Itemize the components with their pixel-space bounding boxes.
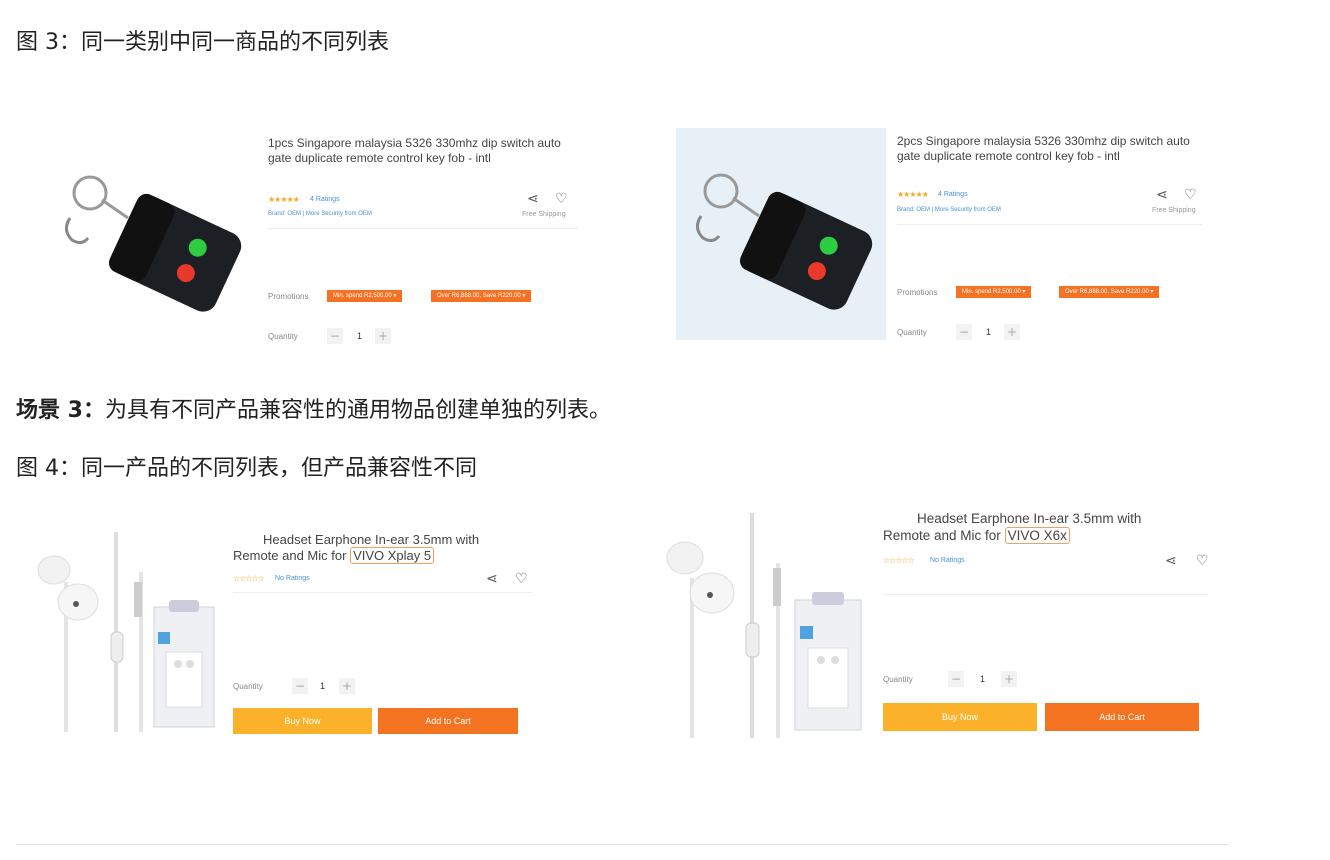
rating-stars: ★★★★★ — [268, 195, 300, 204]
buy-now-button[interactable]: Buy Now — [883, 703, 1037, 731]
heart-icon[interactable]: ♡ — [515, 572, 528, 586]
title-line-1: Headset Earphone In-ear 3.5mm with — [917, 511, 1142, 526]
brand-line[interactable]: Brand: OEM | More Security from OEM — [268, 211, 372, 217]
promo-badge-1[interactable]: Min. spend R2,500.00 ▾ — [327, 290, 403, 302]
divider — [268, 228, 578, 229]
quantity-label: Quantity — [883, 675, 913, 684]
compatibility-highlight: VIVO Xplay 5 — [350, 547, 435, 565]
quantity-label: Quantity — [268, 332, 298, 341]
ratings-link[interactable]: 4 Ratings — [310, 196, 340, 203]
quantity-label: Quantity — [897, 328, 927, 337]
brand-line[interactable]: Brand: OEM | More Security from OEM — [897, 207, 1001, 213]
increase-button[interactable]: + — [375, 328, 391, 344]
earphone-listing-1: Headset Earphone In-ear 3.5mm with Remot… — [16, 522, 546, 738]
title-line-2: Remote and Mic for VIVO Xplay 5 — [233, 547, 533, 565]
add-to-cart-button[interactable]: Add to Cart — [378, 708, 518, 734]
increase-button[interactable]: + — [1004, 324, 1020, 340]
rating-stars: ★★★★★ — [897, 190, 929, 199]
buy-now-button[interactable]: Buy Now — [233, 708, 372, 734]
remote-listing-1: 1pcs Singapore malaysia 5326 330mhz dip … — [40, 128, 590, 350]
free-shipping: Free Shipping — [1152, 207, 1196, 214]
rating-stars: ☆☆☆☆☆ — [883, 556, 915, 565]
free-shipping: Free Shipping — [522, 211, 566, 218]
ratings-link[interactable]: 4 Ratings — [938, 191, 968, 198]
listing-title[interactable]: 2pcs Singapore malaysia 5326 330mhz dip … — [897, 134, 1202, 164]
promo-badge-1[interactable]: Min. spend R2,500.00 ▾ — [956, 286, 1032, 298]
remote-product-image — [696, 173, 873, 310]
ratings-link[interactable]: No Ratings — [930, 557, 965, 564]
compatibility-highlight: VIVO X6x — [1004, 526, 1070, 544]
promo-text: Min. spend R2,500.00 — [962, 289, 1021, 295]
promo-text: Min. spend R2,500.00 — [333, 293, 392, 299]
promo-text: Over R6,888.00, Save R220.00 — [437, 293, 521, 299]
scenario-label: 场景 3： — [16, 398, 105, 423]
promo-text: Over R6,888.00, Save R220.00 — [1065, 289, 1149, 295]
bottom-divider — [16, 844, 1228, 845]
title-line-1: Headset Earphone In-ear 3.5mm with — [263, 532, 480, 547]
heart-icon[interactable]: ♡ — [1196, 554, 1209, 568]
quantity-value[interactable]: 1 — [357, 331, 362, 341]
add-to-cart-button[interactable]: Add to Cart — [1045, 703, 1199, 731]
increase-button[interactable]: + — [339, 678, 355, 694]
remote-product-image — [65, 175, 242, 312]
decrease-button[interactable]: − — [956, 324, 972, 340]
listing-title[interactable]: Headset Earphone In-ear 3.5mm with Remot… — [233, 532, 533, 565]
figure-4-caption: 图 4：同一产品的不同列表，但产品兼容性不同 — [16, 456, 477, 481]
share-icon[interactable]: ⋖ — [1165, 554, 1177, 568]
remote-listing-2: 2pcs Singapore malaysia 5326 330mhz dip … — [676, 128, 1206, 342]
earphone-listing-2: Headset Earphone In-ear 3.5mm with Remot… — [640, 508, 1220, 744]
decrease-button[interactable]: − — [327, 328, 343, 344]
promo-badge-2[interactable]: Over R6,888.00, Save R220.00 ▾ — [1059, 286, 1160, 298]
share-icon[interactable]: ⋖ — [527, 192, 539, 206]
title-line-2: Remote and Mic for VIVO X6x — [883, 526, 1203, 545]
rating-stars: ☆☆☆☆☆ — [233, 574, 265, 583]
promotions-label: Promotions — [268, 292, 309, 301]
divider — [883, 594, 1208, 595]
divider — [897, 224, 1202, 225]
promo-badge-2[interactable]: Over R6,888.00, Save R220.00 ▾ — [431, 290, 532, 302]
divider — [233, 592, 533, 593]
share-icon[interactable]: ⋖ — [486, 572, 498, 586]
scenario-text: 为具有不同产品兼容性的通用物品创建单独的列表。 — [104, 398, 611, 423]
decrease-button[interactable]: − — [292, 678, 308, 694]
figure-3-caption: 图 3：同一类别中同一商品的不同列表 — [16, 30, 389, 55]
quantity-value[interactable]: 1 — [320, 681, 325, 691]
increase-button[interactable]: + — [1001, 671, 1017, 687]
heart-icon[interactable]: ♡ — [1184, 188, 1197, 202]
promotions-label: Promotions — [897, 288, 938, 297]
share-icon[interactable]: ⋖ — [1156, 188, 1168, 202]
title-line-2-text: Remote and Mic for — [883, 527, 1001, 543]
heart-icon[interactable]: ♡ — [555, 192, 568, 206]
earphone-product-image — [666, 513, 862, 738]
listing-title[interactable]: Headset Earphone In-ear 3.5mm with Remot… — [883, 511, 1203, 545]
listing-title[interactable]: 1pcs Singapore malaysia 5326 330mhz dip … — [268, 136, 578, 166]
decrease-button[interactable]: − — [948, 671, 964, 687]
quantity-value[interactable]: 1 — [980, 674, 985, 684]
title-line-2-text: Remote and Mic for — [233, 548, 347, 564]
quantity-value[interactable]: 1 — [986, 327, 991, 337]
quantity-label: Quantity — [233, 682, 263, 691]
ratings-link[interactable]: No Ratings — [275, 575, 310, 582]
earphone-product-image — [37, 532, 215, 732]
scenario-paragraph: 场景 3：为具有不同产品兼容性的通用物品创建单独的列表。 — [16, 392, 611, 424]
